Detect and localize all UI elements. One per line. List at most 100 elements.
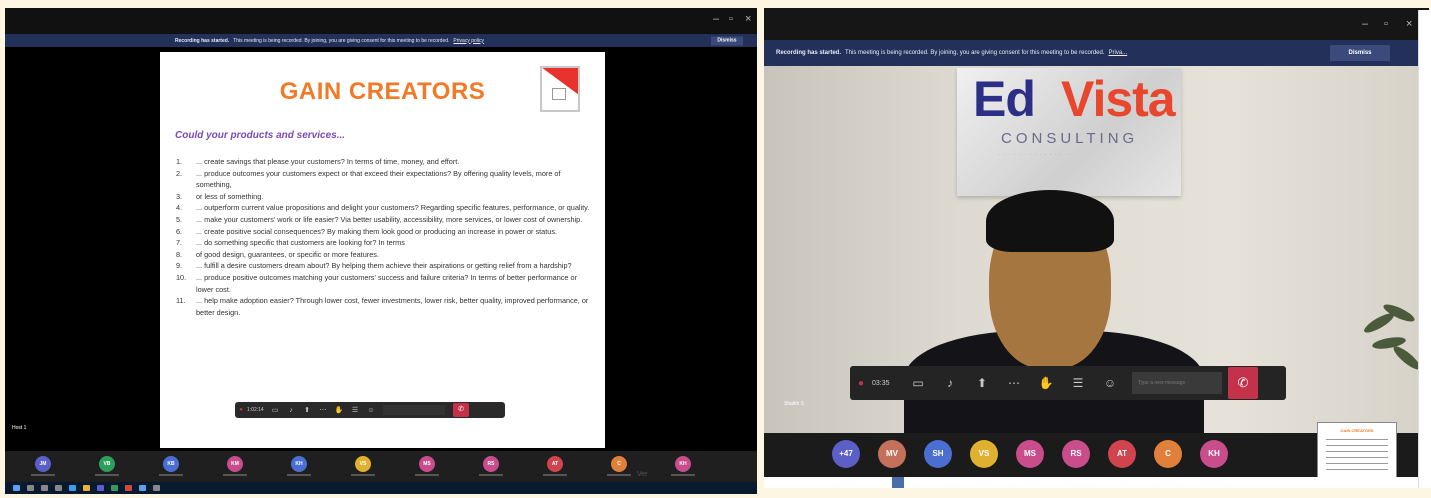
participant-name-bar bbox=[223, 474, 247, 476]
slide-list-item: 8. of good design, guarantees, or specifi… bbox=[176, 249, 591, 261]
record-icon: ● bbox=[239, 407, 243, 413]
slide-list-item: 10. ... produce positive outcomes matchin… bbox=[176, 272, 591, 295]
slide-item-number: 5. bbox=[176, 214, 183, 224]
speaker-hair bbox=[986, 190, 1114, 252]
taskbar-app-icon[interactable] bbox=[13, 485, 20, 491]
participant-avatar[interactable]: KM bbox=[227, 456, 243, 472]
participant-avatar[interactable]: VB bbox=[99, 456, 115, 472]
share-icon[interactable]: ⬆ bbox=[299, 406, 315, 414]
taskbar-app-icon[interactable] bbox=[27, 485, 34, 491]
taskbar-app-icon[interactable] bbox=[111, 485, 118, 491]
sign-consulting-text: CONSULTING bbox=[1001, 130, 1139, 147]
mic-icon[interactable]: ♪ bbox=[283, 407, 299, 414]
taskbar-app-icon[interactable] bbox=[153, 485, 160, 491]
slide-list-item: 5. ... make your customers' work or life … bbox=[176, 214, 591, 226]
close-icon[interactable]: × bbox=[1406, 18, 1412, 30]
slide-item-text: ... create savings that please your cust… bbox=[196, 157, 460, 166]
hang-up-button[interactable]: ✆ bbox=[1228, 367, 1258, 399]
participant-avatar[interactable]: RS bbox=[1062, 440, 1090, 468]
right-bottom-bar bbox=[764, 477, 1429, 488]
thumbnail-title: GAIN CREATORS bbox=[1340, 428, 1374, 433]
maximize-icon[interactable]: ▫ bbox=[1384, 18, 1388, 30]
participant-avatar[interactable]: C bbox=[611, 456, 627, 472]
sign-ed-text: Ed bbox=[973, 71, 1036, 127]
slide-item-text: ... do something specific that customers… bbox=[196, 238, 405, 248]
participant-avatar[interactable]: KH bbox=[675, 456, 691, 472]
participant-avatar[interactable]: KH bbox=[1200, 440, 1228, 468]
participant-name-bar bbox=[415, 474, 439, 476]
chat-input[interactable]: Type a new message bbox=[1132, 372, 1222, 394]
privacy-link[interactable]: Privacy policy bbox=[453, 38, 484, 44]
slide-item-number: 7. bbox=[176, 238, 183, 248]
participant-avatar[interactable]: AT bbox=[547, 456, 563, 472]
raise-hand-icon[interactable]: ✋ bbox=[331, 406, 347, 414]
hang-up-button[interactable]: ✆ bbox=[453, 403, 469, 417]
camera-icon[interactable]: ▭ bbox=[902, 376, 934, 390]
more-icon[interactable]: ⋯ bbox=[315, 406, 331, 414]
participant-name-bar bbox=[159, 474, 183, 476]
slide-list-item: 1. ... create savings that please your cu… bbox=[176, 156, 591, 168]
taskbar-app-icon[interactable] bbox=[83, 485, 90, 491]
taskbar-app-icon[interactable] bbox=[97, 485, 104, 491]
camera-icon[interactable]: ▭ bbox=[267, 406, 283, 414]
chat-icon[interactable]: ☰ bbox=[347, 406, 363, 414]
slide-item-text: ... make your customers' work or life ea… bbox=[196, 214, 583, 224]
participant-name-bar bbox=[287, 474, 311, 476]
more-icon[interactable]: ⋯ bbox=[998, 376, 1030, 390]
dismiss-button[interactable]: Dismiss bbox=[1330, 45, 1390, 61]
participant-avatar[interactable]: VS bbox=[355, 456, 371, 472]
share-icon[interactable]: ⬆ bbox=[966, 376, 998, 390]
slide-item-text: ... produce outcomes your customers expe… bbox=[196, 168, 561, 190]
meeting-toolbar: ● 1:02:14 ▭ ♪ ⬆ ⋯ ✋ ☰ ☺ ✆ bbox=[235, 402, 505, 418]
taskbar-app-icon[interactable] bbox=[139, 485, 146, 491]
participant-avatar[interactable]: VS bbox=[970, 440, 998, 468]
participant-avatar[interactable]: MS bbox=[1016, 440, 1044, 468]
taskbar-app-icon[interactable] bbox=[69, 485, 76, 491]
raise-hand-icon[interactable]: ✋ bbox=[1030, 376, 1062, 390]
edvista-sign: Ed Vista CONSULTING · · · · · · · · · · … bbox=[957, 68, 1181, 196]
participant-avatar[interactable]: SH bbox=[924, 440, 952, 468]
participants-icon[interactable]: ☺ bbox=[1094, 376, 1126, 390]
mic-icon[interactable]: ♪ bbox=[934, 376, 966, 390]
participant-avatar[interactable]: C bbox=[1154, 440, 1182, 468]
participant-avatar[interactable]: MV bbox=[878, 440, 906, 468]
slide-list-item: 11. ... help make adoption easier? Throug… bbox=[176, 295, 591, 318]
close-icon[interactable]: × bbox=[745, 13, 751, 25]
participant-avatar[interactable]: KH bbox=[291, 456, 307, 472]
taskbar-app-icon[interactable] bbox=[125, 485, 132, 491]
slide-item-text: of good design, guarantees, or specific … bbox=[196, 249, 379, 259]
chat-icon[interactable]: ☰ bbox=[1062, 376, 1094, 390]
slide-item-text: ... outperform current value proposition… bbox=[196, 203, 590, 213]
slide-item-number: 6. bbox=[176, 226, 183, 236]
maximize-icon[interactable]: ▫ bbox=[729, 13, 733, 25]
minimize-icon[interactable]: – bbox=[1362, 18, 1368, 30]
slide-item-text: ... help make adoption easier? Through l… bbox=[196, 296, 589, 317]
privacy-link[interactable]: Priva... bbox=[1109, 50, 1128, 56]
slide-list-item: 9. ... fulfill a desire customers dream a… bbox=[176, 260, 591, 272]
right-meeting-window: – ▫ × Recording has started. This meetin… bbox=[764, 8, 1429, 488]
participants-icon[interactable]: ☺ bbox=[363, 407, 379, 414]
slide-item-text: ... create positive social consequences?… bbox=[196, 226, 557, 236]
recording-banner: Recording has started. This meeting is b… bbox=[764, 40, 1429, 66]
shared-content-thumbnail[interactable]: GAIN CREATORS bbox=[1317, 422, 1397, 480]
chat-input[interactable] bbox=[383, 405, 445, 415]
participant-avatar[interactable]: RS bbox=[483, 456, 499, 472]
video-tile-label: Shaikh S bbox=[784, 401, 805, 407]
participant-name-bar bbox=[479, 474, 503, 476]
participant-name-bar bbox=[607, 474, 631, 476]
recording-title: Recording has started. bbox=[175, 37, 230, 44]
slide-item-number: 2. bbox=[176, 168, 183, 178]
participant-avatar[interactable]: JM bbox=[35, 456, 51, 472]
minimize-icon[interactable]: – bbox=[713, 13, 719, 25]
participant-avatar[interactable]: KB bbox=[163, 456, 179, 472]
participant-name-bar bbox=[95, 474, 119, 476]
watermark-text: Ver bbox=[637, 471, 648, 478]
meeting-toolbar: ● 03:35 ▭ ♪ ⬆ ⋯ ✋ ☰ ☺ Type a new message… bbox=[850, 366, 1286, 400]
participant-avatar[interactable]: AT bbox=[1108, 440, 1136, 468]
participant-name-bar bbox=[31, 474, 55, 476]
participant-avatar[interactable]: MS bbox=[419, 456, 435, 472]
taskbar-app-icon[interactable] bbox=[41, 485, 48, 491]
participant-avatar[interactable]: +47 bbox=[832, 440, 860, 468]
dismiss-button[interactable]: Dismiss bbox=[711, 36, 743, 45]
taskbar-app-icon[interactable] bbox=[55, 485, 62, 491]
